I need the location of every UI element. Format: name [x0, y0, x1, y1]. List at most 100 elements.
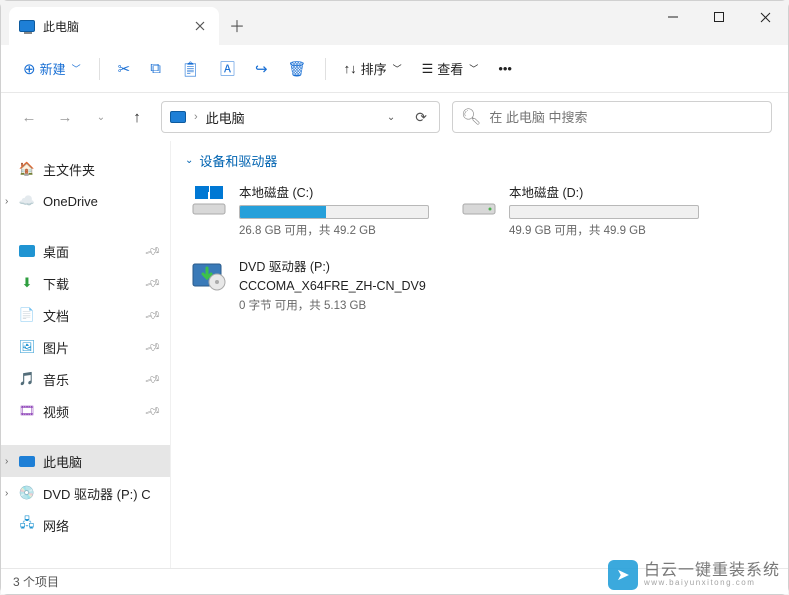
- sidebar-item-pictures[interactable]: 🖼 图片 📌︎: [1, 331, 170, 363]
- thispc-icon: [170, 111, 186, 123]
- drive-usage-bar: [509, 205, 699, 219]
- watermark-title: 白云一键重装系统: [644, 563, 780, 579]
- sidebar-item-documents[interactable]: 📄 文档 📌︎: [1, 299, 170, 331]
- watermark: ➤ 白云一键重装系统 www.baiyunxitong.com: [608, 560, 780, 590]
- share-icon: ↪: [255, 60, 268, 78]
- onedrive-icon: ☁️: [19, 193, 35, 209]
- copy-icon: ⧉: [150, 60, 161, 77]
- sidebar-item-music[interactable]: 🎵 音乐 📌︎: [1, 363, 170, 395]
- view-button[interactable]: ☰ 查看 ﹀: [414, 53, 487, 85]
- drive-info: 26.8 GB 可用，共 49.2 GB: [239, 222, 431, 238]
- separator: [325, 58, 326, 80]
- titlebar: 此电脑 ＋: [1, 1, 788, 45]
- sidebar-item-dvd[interactable]: › 💿 DVD 驱动器 (P:) C: [1, 477, 170, 509]
- dvd-drive-icon: [189, 256, 229, 296]
- sidebar-item-desktop[interactable]: 桌面 📌︎: [1, 235, 170, 267]
- content-pane: ⌄ 设备和驱动器 本地磁盘 (C:) 26.8 GB 可用，共 49.2 G: [171, 141, 788, 568]
- chevron-down-icon: ﹀: [469, 62, 478, 75]
- search-box[interactable]: 🔍︎: [452, 101, 772, 133]
- more-button[interactable]: •••: [490, 53, 520, 85]
- pin-icon: 📌︎: [144, 274, 163, 292]
- drive-item-c[interactable]: 本地磁盘 (C:) 26.8 GB 可用，共 49.2 GB: [185, 178, 435, 242]
- sidebar-item-onedrive[interactable]: › ☁️ OneDrive: [1, 185, 170, 217]
- refresh-button[interactable]: ⟳: [409, 109, 433, 126]
- delete-icon: 🗑︎: [288, 60, 307, 78]
- music-icon: 🎵: [19, 371, 35, 387]
- window-tab[interactable]: 此电脑: [9, 7, 219, 45]
- maximize-button[interactable]: [696, 1, 742, 33]
- downloads-icon: ⬇: [19, 275, 35, 291]
- pin-icon: 📌︎: [144, 242, 163, 260]
- sidebar: 🏠 主文件夹 › ☁️ OneDrive 桌面 📌︎ ⬇ 下载 📌︎ 📄 文档 …: [1, 141, 171, 568]
- close-button[interactable]: [742, 1, 788, 33]
- sidebar-item-thispc[interactable]: › 此电脑: [1, 445, 170, 477]
- sidebar-item-home[interactable]: 🏠 主文件夹: [1, 153, 170, 185]
- forward-button[interactable]: →: [53, 105, 77, 129]
- thispc-icon: [19, 456, 35, 467]
- drives-list: 本地磁盘 (C:) 26.8 GB 可用，共 49.2 GB 本地磁盘 (D:)…: [185, 178, 774, 317]
- share-button[interactable]: ↪: [247, 53, 276, 85]
- window-controls: [650, 1, 788, 33]
- cut-icon: ✂: [118, 60, 131, 78]
- minimize-button[interactable]: [650, 1, 696, 33]
- copy-button[interactable]: ⧉: [142, 53, 169, 85]
- new-icon: ⊕: [23, 60, 36, 78]
- new-tab-button[interactable]: ＋: [219, 7, 255, 43]
- sort-label: 排序: [361, 59, 387, 78]
- breadcrumb[interactable]: 此电脑: [206, 108, 373, 127]
- delete-button[interactable]: 🗑︎: [280, 53, 315, 85]
- pin-icon: 📌︎: [144, 338, 163, 356]
- drive-name: 本地磁盘 (D:): [509, 182, 701, 201]
- address-bar[interactable]: › 此电脑 ⌄ ⟳: [161, 101, 440, 133]
- main: 🏠 主文件夹 › ☁️ OneDrive 桌面 📌︎ ⬇ 下载 📌︎ 📄 文档 …: [1, 141, 788, 568]
- sort-icon: ↑↓: [344, 61, 357, 76]
- local-drive-icon: [459, 182, 499, 222]
- section-title: 设备和驱动器: [199, 151, 277, 170]
- tab-close-button[interactable]: [191, 17, 209, 35]
- drive-info: 49.9 GB 可用，共 49.9 GB: [509, 222, 701, 238]
- chevron-down-icon: ﹀: [72, 62, 81, 75]
- new-label: 新建: [40, 59, 66, 78]
- section-header-devices[interactable]: ⌄ 设备和驱动器: [185, 151, 774, 170]
- documents-icon: 📄: [19, 307, 35, 323]
- desktop-icon: [19, 245, 35, 257]
- drive-subname: CCCOMA_X64FRE_ZH-CN_DV9: [239, 279, 431, 293]
- rename-button[interactable]: 🄰: [212, 53, 243, 85]
- paste-icon: 📋︎: [181, 60, 200, 78]
- drive-info: 0 字节 可用，共 5.13 GB: [239, 297, 431, 313]
- pin-icon: 📌︎: [144, 306, 163, 324]
- separator: [99, 58, 100, 80]
- address-dropdown[interactable]: ⌄: [381, 112, 401, 123]
- chevron-right-icon: ›: [194, 111, 198, 123]
- home-icon: 🏠: [19, 161, 35, 177]
- drive-usage-bar: [239, 205, 429, 219]
- sidebar-item-downloads[interactable]: ⬇ 下载 📌︎: [1, 267, 170, 299]
- videos-icon: 🎞: [19, 403, 35, 419]
- toolbar: ⊕ 新建 ﹀ ✂ ⧉ 📋︎ 🄰 ↪ 🗑︎ ↑↓ 排序 ﹀ ☰ 查看 ﹀ •••: [1, 45, 788, 93]
- paste-button[interactable]: 📋︎: [173, 53, 208, 85]
- back-button[interactable]: ←: [17, 105, 41, 129]
- drive-name: DVD 驱动器 (P:): [239, 256, 431, 275]
- new-button[interactable]: ⊕ 新建 ﹀: [15, 53, 89, 85]
- view-label: 查看: [437, 59, 463, 78]
- pin-icon: 📌︎: [144, 370, 163, 388]
- chevron-right-icon: ›: [5, 488, 8, 499]
- sort-button[interactable]: ↑↓ 排序 ﹀: [336, 53, 410, 85]
- drive-item-d[interactable]: 本地磁盘 (D:) 49.9 GB 可用，共 49.9 GB: [455, 178, 705, 242]
- recent-button[interactable]: ⌄: [89, 105, 113, 129]
- up-button[interactable]: ↑: [125, 105, 149, 129]
- cut-button[interactable]: ✂: [110, 53, 139, 85]
- pin-icon: 📌︎: [144, 402, 163, 420]
- pictures-icon: 🖼: [19, 339, 35, 355]
- drive-item-dvd[interactable]: DVD 驱动器 (P:) CCCOMA_X64FRE_ZH-CN_DV9 0 字…: [185, 252, 435, 317]
- watermark-icon: ➤: [608, 560, 638, 590]
- search-icon: 🔍︎: [461, 107, 481, 127]
- item-count: 3 个项目: [13, 573, 59, 590]
- search-input[interactable]: [489, 110, 763, 125]
- sidebar-item-network[interactable]: 🖧 网络: [1, 509, 170, 541]
- view-icon: ☰: [422, 61, 434, 77]
- chevron-down-icon: ⌄: [185, 155, 193, 166]
- system-drive-icon: [189, 182, 229, 222]
- navbar: ← → ⌄ ↑ › 此电脑 ⌄ ⟳ 🔍︎: [1, 93, 788, 141]
- sidebar-item-videos[interactable]: 🎞 视频 📌︎: [1, 395, 170, 427]
